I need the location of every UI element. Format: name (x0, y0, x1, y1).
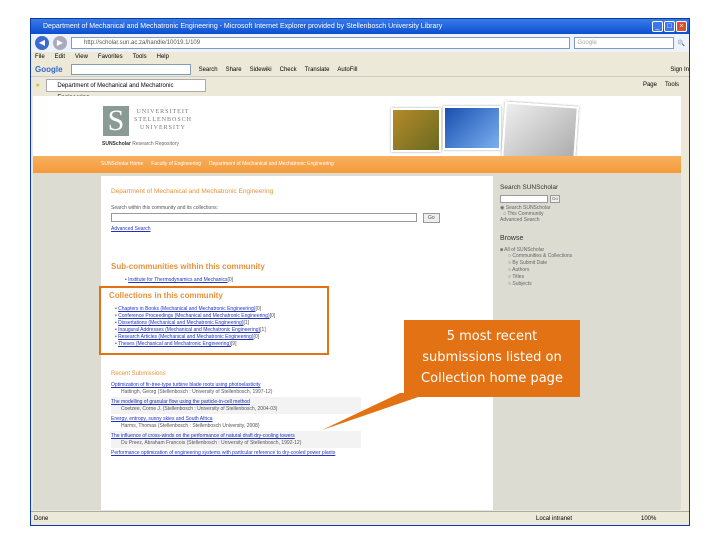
callout-pointer (322, 393, 430, 430)
